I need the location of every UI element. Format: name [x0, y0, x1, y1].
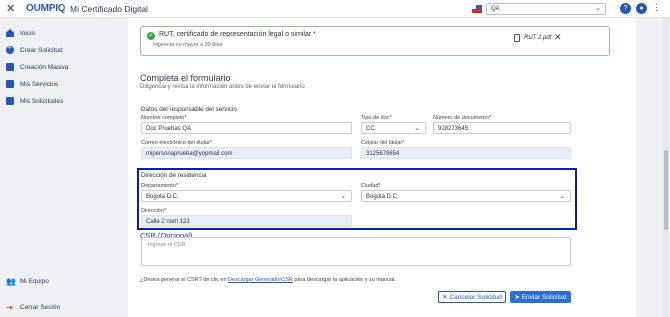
top-bar: ✕ OUMPIQ | Mi Certificado Digital QA ⌄ ?…	[0, 0, 670, 18]
sidebar-item-label: Crear Solicitud	[20, 46, 63, 54]
full-name-field[interactable]: Doc Pruebas QA	[141, 122, 352, 134]
csr-placeholder: Ingrese el CSR	[148, 242, 186, 248]
send-request-button[interactable]: ➤ Enviar Solicitud	[510, 291, 571, 303]
doc-number-value: 918273645	[438, 125, 469, 132]
document-upload-card: ✓ RUT, certificado de representación leg…	[140, 26, 610, 56]
check-circle-icon: ✓	[147, 32, 155, 40]
department-select[interactable]: Bogotá D.C. ⌄	[141, 190, 352, 202]
environment-value: QA	[491, 6, 500, 12]
sidebar-item-mis-solicitudes[interactable]: Mis Solicitudes	[6, 95, 63, 107]
csr-help-text: ¿Desea generar el CSR? de clic en Descar…	[140, 277, 396, 283]
app-title: Mi Certificado Digital	[70, 3, 148, 14]
sidebar-item-label: Inicio	[20, 29, 36, 37]
residence-heading: Dirección de residencia	[141, 172, 207, 179]
sidebar-item-cerrar-sesion[interactable]: ⇥ Cerrar Sesión	[6, 301, 60, 313]
doc-type-label: Tipo de doc*	[361, 115, 392, 121]
full-name-label: Nombre completo*	[141, 115, 187, 121]
doc-type-value: CC	[366, 125, 375, 132]
department-label: Departamento*	[141, 183, 178, 189]
help-icon[interactable]: ?	[620, 3, 631, 14]
responsible-heading: Datos del responsable del servicio	[141, 106, 237, 113]
city-label: Ciudad*	[361, 183, 381, 189]
brand-separator: |	[63, 3, 66, 13]
folder-icon	[6, 80, 14, 88]
sidebar-item-creacion-masiva[interactable]: Creación Masiva	[6, 61, 68, 73]
folder-icon	[6, 97, 14, 105]
address-label: Dirección*	[141, 208, 167, 214]
address-value: Calle 2 num 123	[146, 218, 190, 225]
menu-dots-icon[interactable]: ⋮	[652, 2, 661, 13]
csr-help-prefix: ¿Desea generar el CSR? de clic en	[140, 277, 229, 283]
chevron-down-icon: ⌄	[340, 193, 346, 200]
download-csr-link[interactable]: Descargar GeneradorCSR	[228, 277, 293, 283]
city-select[interactable]: Bogotá D.C. ⌄	[361, 190, 571, 202]
csr-textarea[interactable]: Ingrese el CSR	[141, 237, 571, 266]
logout-icon: ⇥	[6, 303, 13, 312]
cancel-request-button[interactable]: ✕ Cancelar Solicitud	[438, 291, 506, 303]
plus-circle-icon	[6, 45, 14, 54]
flag-icon	[472, 5, 482, 13]
csr-help-suffix: para descargar la aplicación y su manual…	[292, 277, 396, 283]
form-subtitle: Diligencia y revisa la información antes…	[140, 84, 305, 90]
email-value: mipersonaprueba@yopmail.com	[146, 150, 233, 157]
full-name-value: Doc Pruebas QA	[146, 125, 192, 132]
address-field[interactable]: Calle 2 num 123	[141, 215, 352, 227]
sidebar: Inicio Crear Solicitud Creación Masiva M…	[0, 18, 100, 317]
email-label: Correo electrónico del titular*	[141, 140, 212, 146]
people-icon: 👥	[6, 277, 16, 286]
phone-field[interactable]: 3125678654	[361, 147, 571, 159]
doc-number-label: Número de documento*	[433, 115, 492, 121]
sidebar-item-label: Mi Equipo	[20, 277, 49, 285]
home-icon	[6, 29, 14, 37]
sidebar-item-label: Mis Servicios	[20, 80, 59, 88]
document-title: RUT, certificado de representación legal…	[159, 31, 316, 38]
main-content: ✓ RUT, certificado de representación leg…	[100, 18, 662, 317]
chevron-down-icon: ⌄	[559, 193, 565, 200]
remove-file-icon[interactable]: ✕	[554, 32, 562, 43]
sidebar-item-label: Mis Solicitudes	[20, 97, 64, 105]
brand-logo: OUMPIQ	[26, 3, 66, 14]
sidebar-item-label: Cerrar Sesión	[20, 303, 61, 311]
sidebar-item-crear-solicitud[interactable]: Crear Solicitud	[6, 44, 63, 56]
sidebar-item-mis-servicios[interactable]: Mis Servicios	[6, 78, 58, 90]
phone-label: Celular del titular*	[361, 140, 405, 146]
sidebar-item-mi-equipo[interactable]: 👥 Mi Equipo	[6, 275, 49, 287]
bulk-icon	[6, 63, 14, 71]
email-field[interactable]: mipersonaprueba@yopmail.com	[141, 147, 352, 159]
file-icon	[514, 34, 520, 42]
sidebar-item-inicio[interactable]: Inicio	[6, 27, 35, 39]
user-icon[interactable]: ●	[636, 3, 647, 14]
document-subtitle: Vigencia no mayor a 30 días	[153, 42, 223, 48]
phone-value: 3125678654	[366, 150, 400, 157]
chevron-down-icon: ⌄	[595, 5, 601, 12]
document-file-name[interactable]: RUT 2.pdf	[524, 35, 551, 41]
city-value: Bogotá D.C.	[366, 193, 399, 200]
chevron-down-icon: ⌄	[414, 125, 420, 132]
close-icon[interactable]: ✕	[6, 2, 15, 15]
department-value: Bogotá D.C.	[146, 193, 179, 200]
form-title: Completa el formulario	[140, 73, 231, 83]
doc-type-select[interactable]: CC ⌄	[361, 122, 426, 134]
sidebar-item-label: Creación Masiva	[20, 63, 69, 71]
doc-number-field[interactable]: 918273645	[433, 122, 571, 134]
scrollbar-thumb[interactable]	[664, 150, 668, 230]
environment-select[interactable]: QA ⌄	[486, 3, 606, 15]
